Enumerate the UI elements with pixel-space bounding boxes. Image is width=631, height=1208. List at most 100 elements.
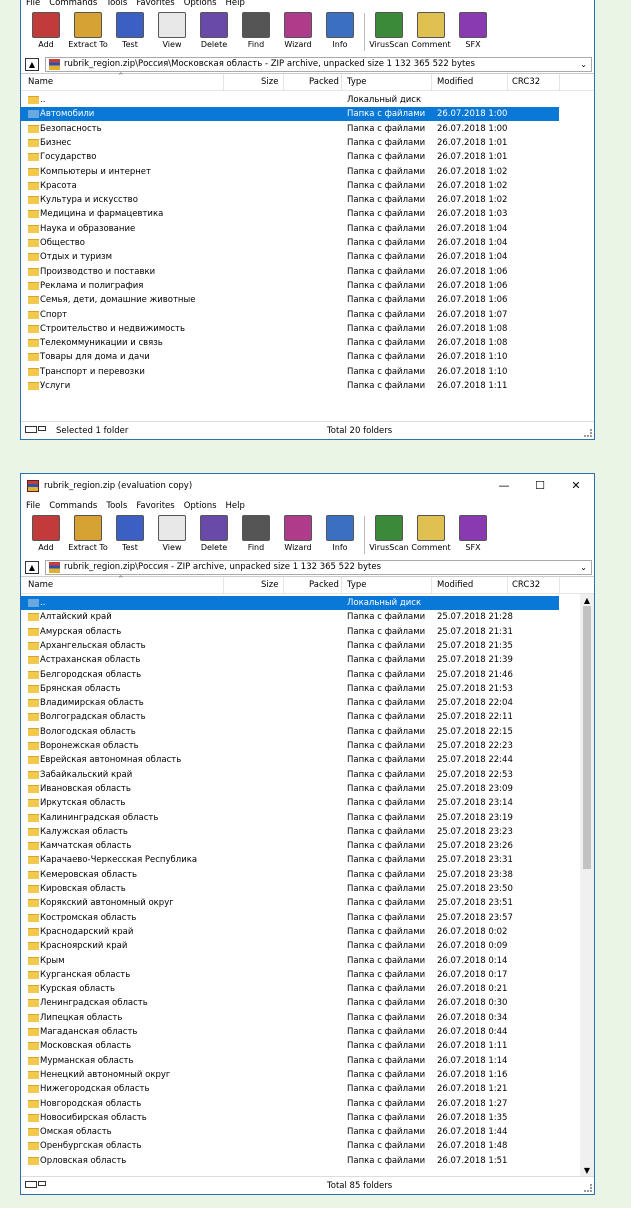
list-item[interactable]: Волгоградская область Папка с файлами 25.0… (21, 710, 559, 724)
list-item[interactable]: Архангельская область Папка с файлами 25.0… (21, 639, 559, 653)
extract-to-button[interactable]: Extract To (67, 10, 109, 49)
list-item[interactable]: Отдых и туризм Папка с файлами 26.07.2018 … (21, 250, 559, 264)
menu-commands[interactable]: Commands (49, 501, 97, 511)
list-item[interactable]: Государство Папка с файлами 26.07.2018 1:0… (21, 150, 559, 164)
list-item[interactable]: Наука и образование Папка с файлами 26.07.… (21, 222, 559, 236)
list-item[interactable]: Нижегородская область Папка с файлами 26.0… (21, 1082, 559, 1096)
list-item[interactable]: Воронежская область Папка с файлами 25.07.… (21, 739, 559, 753)
list-item[interactable]: Семья, дети, домашние животные Папка с фа… (21, 293, 559, 307)
wizard-button[interactable]: Wizard (277, 513, 319, 552)
list-item[interactable]: Липецкая область Папка с файлами 26.07.201… (21, 1011, 559, 1025)
list-item[interactable]: Вологодская область Папка с файлами 25.07.… (21, 725, 559, 739)
list-item[interactable]: Реклама и полиграфия Папка с файлами 26.07… (21, 279, 559, 293)
info-button[interactable]: Info (319, 513, 361, 552)
list-item[interactable]: Владимирская область Папка с файлами 25.07… (21, 696, 559, 710)
view-button[interactable]: View (151, 10, 193, 49)
list-item[interactable]: Астраханская область Папка с файлами 25.07… (21, 653, 559, 667)
menu-file[interactable]: File (26, 501, 40, 511)
resize-grip[interactable] (584, 1184, 592, 1192)
list-item[interactable]: Безопасность Папка с файлами 26.07.2018 1:… (21, 122, 559, 136)
list-item[interactable]: Камчатская область Папка с файлами 25.07.2… (21, 839, 559, 853)
list-item[interactable]: Омская область Папка с файлами 26.07.2018 … (21, 1125, 559, 1139)
list-item[interactable]: Новосибирская область Папка с файлами 26.0… (21, 1111, 559, 1125)
menu-help[interactable]: Help (226, 501, 245, 511)
scroll-thumb[interactable] (583, 606, 591, 869)
up-folder-button[interactable]: ▲ (25, 57, 39, 71)
path-dropdown[interactable]: rubrik_region.zip\Россия\Московская обла… (45, 56, 592, 72)
up-folder-button[interactable]: ▲ (25, 560, 39, 574)
list-item[interactable]: Медицина и фармацевтика Папка с файлами 26… (21, 207, 559, 221)
scroll-up-icon[interactable]: ▲ (580, 596, 594, 605)
list-item[interactable]: Автомобили Папка с файлами 26.07.2018 1:00 (21, 107, 559, 122)
find-button[interactable]: Find (235, 513, 277, 552)
maximize-button[interactable]: ☐ (522, 474, 558, 498)
list-item[interactable]: Компьютеры и интернет Папка с файлами 26.0… (21, 165, 559, 179)
menu-options[interactable]: Options (184, 0, 217, 8)
list-item[interactable]: Корякский автономный округ Папка с файлам… (21, 896, 559, 910)
menu-help[interactable]: Help (226, 0, 245, 8)
info-button[interactable]: Info (319, 10, 361, 49)
list-item[interactable]: Транспорт и перевозки Папка с файлами 26.0… (21, 365, 559, 379)
col-type[interactable]: Type (347, 580, 367, 590)
col-crc32[interactable]: CRC32 (512, 77, 540, 87)
list-item[interactable]: Магаданская область Папка с файлами 26.07.… (21, 1025, 559, 1039)
delete-button[interactable]: Delete (193, 513, 235, 552)
list-item[interactable]: Строительство и недвижимость Папка с файл… (21, 322, 559, 336)
menu-tools[interactable]: Tools (106, 501, 127, 511)
list-item[interactable]: .. Локальный диск (21, 93, 559, 107)
list-item[interactable]: Забайкальский край Папка с файлами 25.07.2… (21, 768, 559, 782)
col-name[interactable]: Name (28, 580, 53, 590)
list-item[interactable]: Орловская область Папка с файлами 26.07.20… (21, 1154, 559, 1168)
list-item[interactable]: Калининградская область Папка с файлами 25… (21, 811, 559, 825)
virusscan-button[interactable]: VirusScan (368, 10, 410, 49)
path-dropdown[interactable]: rubrik_region.zip\Россия - ZIP archive, … (45, 559, 592, 575)
virusscan-button[interactable]: VirusScan (368, 513, 410, 552)
list-item[interactable]: Алтайский край Папка с файлами 25.07.2018 … (21, 610, 559, 624)
list-item[interactable]: Курская область Папка с файлами 26.07.2018… (21, 982, 559, 996)
list-item[interactable]: Амурская область Папка с файлами 25.07.201… (21, 625, 559, 639)
list-item[interactable]: Услуги Папка с файлами 26.07.2018 1:11 (21, 379, 559, 393)
list-item[interactable]: Мурманская область Папка с файлами 26.07.2… (21, 1054, 559, 1068)
col-type[interactable]: Type (347, 77, 367, 87)
find-button[interactable]: Find (235, 10, 277, 49)
list-item[interactable]: Спорт Папка с файлами 26.07.2018 1:07 (21, 308, 559, 322)
extract-to-button[interactable]: Extract To (67, 513, 109, 552)
minimize-button[interactable]: — (486, 474, 522, 498)
list-item[interactable]: Костромская область Папка с файлами 25.07.… (21, 911, 559, 925)
wizard-button[interactable]: Wizard (277, 10, 319, 49)
list-item[interactable]: Иркутская область Папка с файлами 25.07.20… (21, 796, 559, 810)
chevron-down-icon[interactable]: ⌄ (580, 563, 587, 572)
list-item[interactable]: Еврейская автономная область Папка с файл… (21, 753, 559, 767)
list-item[interactable]: Кировская область Папка с файлами 25.07.20… (21, 882, 559, 896)
list-item[interactable]: Кемеровская область Папка с файлами 25.07.… (21, 868, 559, 882)
col-modified[interactable]: Modified (437, 580, 473, 590)
test-button[interactable]: Test (109, 513, 151, 552)
list-item[interactable]: Производство и поставки Папка с файлами 26… (21, 265, 559, 279)
col-modified[interactable]: Modified (437, 77, 473, 87)
list-item[interactable]: .. Локальный диск (21, 596, 559, 610)
list-item[interactable]: Карачаево-Черкесская Республика Папка с ф… (21, 853, 559, 867)
list-item[interactable]: Ленинградская область Папка с файлами 26.0… (21, 996, 559, 1010)
list-item[interactable]: Брянская область Папка с файлами 25.07.201… (21, 682, 559, 696)
comment-button[interactable]: Comment (410, 513, 452, 552)
col-name[interactable]: Name (28, 77, 53, 87)
list-item[interactable]: Красноярский край Папка с файлами 26.07.20… (21, 939, 559, 953)
list-item[interactable]: Краснодарский край Папка с файлами 26.07.2… (21, 925, 559, 939)
list-item[interactable]: Бизнес Папка с файлами 26.07.2018 1:01 (21, 136, 559, 150)
col-size[interactable]: Size (261, 77, 278, 87)
add-button[interactable]: Add (25, 513, 67, 552)
list-item[interactable]: Московская область Папка с файлами 26.07.2… (21, 1039, 559, 1053)
col-packed[interactable]: Packed (309, 580, 339, 590)
scroll-down-icon[interactable]: ▼ (580, 1166, 594, 1175)
list-item[interactable]: Оренбургская область Папка с файлами 26.07… (21, 1139, 559, 1153)
menu-favorites[interactable]: Favorites (136, 0, 174, 8)
list-item[interactable]: Общество Папка с файлами 26.07.2018 1:04 (21, 236, 559, 250)
list-item[interactable]: Красота Папка с файлами 26.07.2018 1:02 (21, 179, 559, 193)
col-packed[interactable]: Packed (309, 77, 339, 87)
sfx-button[interactable]: SFX (452, 10, 494, 49)
add-button[interactable]: Add (25, 10, 67, 49)
list-item[interactable]: Телекоммуникации и связь Папка с файлами 2… (21, 336, 559, 350)
menu-commands[interactable]: Commands (49, 0, 97, 8)
menu-file[interactable]: File (26, 0, 40, 8)
list-item[interactable]: Новгородская область Папка с файлами 26.07… (21, 1097, 559, 1111)
